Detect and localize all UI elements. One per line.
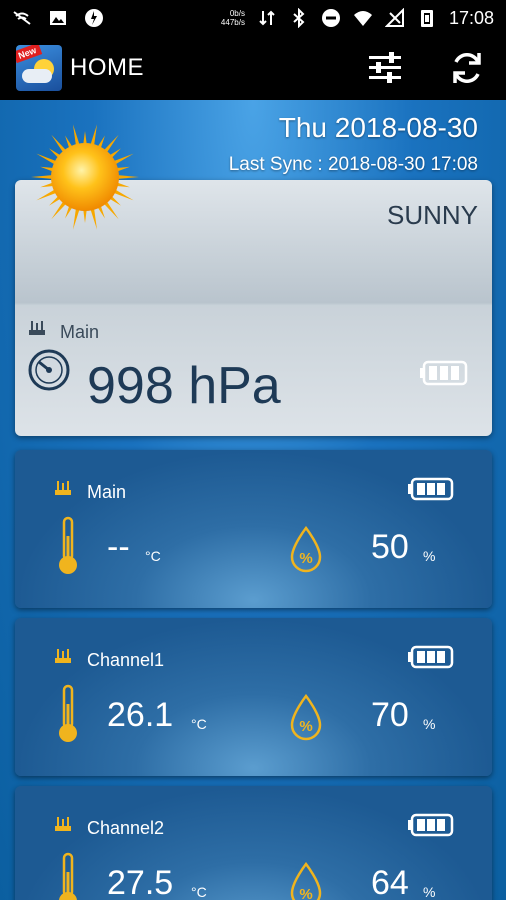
- barometer-gauge-icon: [28, 349, 70, 391]
- thermometer-icon: [59, 516, 77, 574]
- svg-text:%: %: [299, 550, 312, 567]
- humidity-drop-icon: %: [290, 694, 322, 741]
- network-speed: 0b/s 447b/s: [221, 9, 245, 27]
- thermometer-icon: [59, 684, 77, 742]
- refresh-button[interactable]: [448, 49, 486, 87]
- antenna-icon: [29, 321, 45, 335]
- main-content: SUNNY Main 998 hPa Thu 2018-08-30 Last S…: [0, 100, 506, 900]
- clock: 17:08: [448, 7, 494, 28]
- sensor-card[interactable]: Main -- °C % 50 %: [15, 450, 492, 608]
- humidity-drop-icon: %: [290, 526, 322, 573]
- humidity-drop-icon: %: [290, 862, 322, 900]
- antenna-icon: [55, 649, 71, 663]
- antenna-icon: [55, 817, 71, 831]
- wifi-icon: [353, 11, 372, 26]
- humidity-unit: %: [423, 716, 436, 732]
- app-logo: New: [16, 45, 62, 91]
- humidity-value: 70: [371, 696, 409, 734]
- battery-full-icon: [408, 477, 454, 501]
- battery-full-icon: [408, 645, 454, 669]
- antenna-icon: [55, 481, 71, 495]
- sensor-card[interactable]: Channel1 26.1 °C % 70 %: [15, 618, 492, 776]
- no-signal-icon: [384, 8, 404, 27]
- bluetooth-icon: [293, 8, 305, 28]
- humidity-unit: %: [423, 548, 436, 564]
- data-transfer-icon: [259, 10, 275, 26]
- svg-text:%: %: [299, 886, 312, 900]
- battery-full-icon: [420, 360, 468, 386]
- humidity-value: 50: [371, 528, 409, 566]
- net-speed-up: 0b/s: [229, 9, 245, 18]
- sensor-name: Channel2: [87, 818, 165, 838]
- sliders-icon: [369, 52, 401, 83]
- temperature-unit: °C: [191, 716, 207, 732]
- pressure-station-label: Main: [60, 322, 100, 342]
- thermometer-icon: [59, 852, 77, 900]
- page-title: HOME: [70, 54, 144, 81]
- sensor-name: Main: [87, 482, 127, 502]
- temperature-value: 26.1: [107, 696, 174, 734]
- pressure-value: 998 hPa: [87, 357, 281, 415]
- weather-condition: SUNNY: [386, 200, 478, 230]
- wifi-off-icon: [13, 11, 31, 25]
- temperature-unit: °C: [191, 884, 207, 900]
- sunny-weather-icon: [31, 124, 139, 230]
- last-sync: Last Sync : 2018-08-30 17:08: [228, 154, 478, 175]
- app-bar: New HOME: [0, 36, 506, 100]
- humidity-unit: %: [423, 884, 436, 900]
- app-notification-icon: [85, 9, 103, 27]
- sensor-name: Channel1: [87, 650, 165, 670]
- current-date: Thu 2018-08-30: [278, 112, 478, 143]
- image-icon: [50, 11, 66, 25]
- battery-full-icon: [408, 813, 454, 837]
- svg-text:%: %: [299, 718, 312, 735]
- sensor-card[interactable]: Channel2 27.5 °C % 64 %: [15, 786, 492, 900]
- humidity-value: 64: [371, 864, 409, 900]
- temperature-unit: °C: [145, 548, 161, 564]
- temperature-value: --: [107, 528, 130, 566]
- temperature-value: 27.5: [107, 864, 174, 900]
- logo-cloud-icon: [22, 69, 52, 83]
- settings-button[interactable]: [366, 49, 404, 87]
- battery-status-icon: [420, 10, 433, 27]
- refresh-icon: [453, 53, 481, 83]
- status-bar: 0b/s 447b/s 17:08: [0, 0, 506, 36]
- do-not-disturb-icon: [321, 9, 340, 27]
- net-speed-down: 447b/s: [220, 18, 245, 27]
